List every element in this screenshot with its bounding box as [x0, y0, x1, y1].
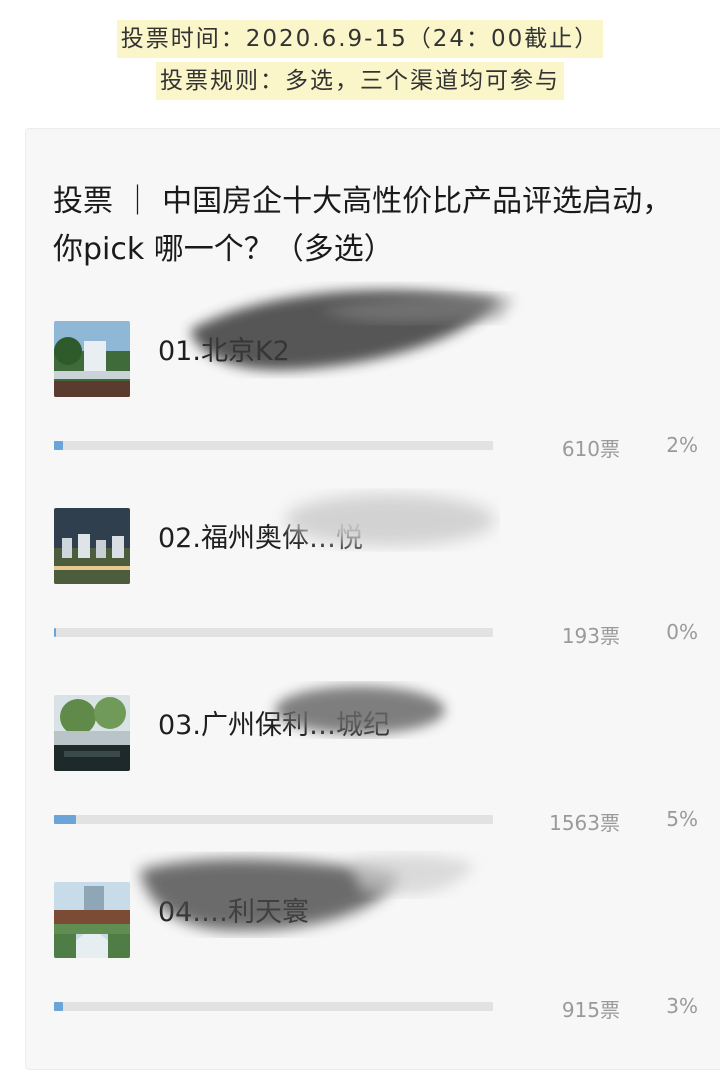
- vote-time-banner: 投票时间：2020.6.9-15（24：00截止）: [0, 20, 720, 58]
- vote-time-text: 投票时间：2020.6.9-15（24：00截止）: [116, 20, 604, 58]
- poll-option-1[interactable]: 01.北京K2 610票 2%: [0, 321, 720, 508]
- option-1-progress-fill: [54, 441, 63, 450]
- option-2-progress-track: [54, 628, 493, 637]
- poll-option-3[interactable]: 03.广州保利…城纪 1563票 5%: [0, 695, 720, 882]
- option-4-progress-track: [54, 1002, 493, 1011]
- option-1-label: 01.北京K2: [158, 336, 290, 367]
- option-2-thumbnail: [54, 508, 130, 584]
- option-4-progress-fill: [54, 1002, 63, 1011]
- option-2-votes: 193票: [561, 624, 620, 648]
- option-1-progress-track: [54, 441, 493, 450]
- option-3-progress-fill: [54, 815, 76, 824]
- option-2-label: 02.福州奥体…悦: [158, 523, 363, 554]
- option-1-votes: 610票: [561, 437, 620, 461]
- option-1-percent: 2%: [666, 433, 698, 457]
- option-3-votes: 1563票: [549, 811, 620, 835]
- poll-option-2[interactable]: 02.福州奥体…悦 193票 0%: [0, 508, 720, 695]
- option-3-percent: 5%: [666, 807, 698, 831]
- option-4-percent: 3%: [666, 994, 698, 1018]
- option-4-votes: 915票: [561, 998, 620, 1022]
- vote-rule-text: 投票规则：多选，三个渠道均可参与: [156, 62, 564, 100]
- option-3-progress-track: [54, 815, 493, 824]
- option-4-label: 04.…利天寰: [158, 897, 309, 928]
- option-2-percent: 0%: [666, 620, 698, 644]
- option-1-thumbnail: [54, 321, 130, 397]
- option-2-progress-fill: [54, 628, 57, 637]
- option-3-label: 03.广州保利…城纪: [158, 710, 390, 741]
- option-4-thumbnail: [54, 882, 130, 958]
- poll-option-4[interactable]: 04.…利天寰 915票 3%: [0, 882, 720, 1069]
- poll-title: 投票 ｜ 中国房企十大高性价比产品评选启动，你pick 哪一个？（多选）: [53, 184, 673, 267]
- vote-rule-banner: 投票规则：多选，三个渠道均可参与: [0, 62, 720, 100]
- option-3-thumbnail: [54, 695, 130, 771]
